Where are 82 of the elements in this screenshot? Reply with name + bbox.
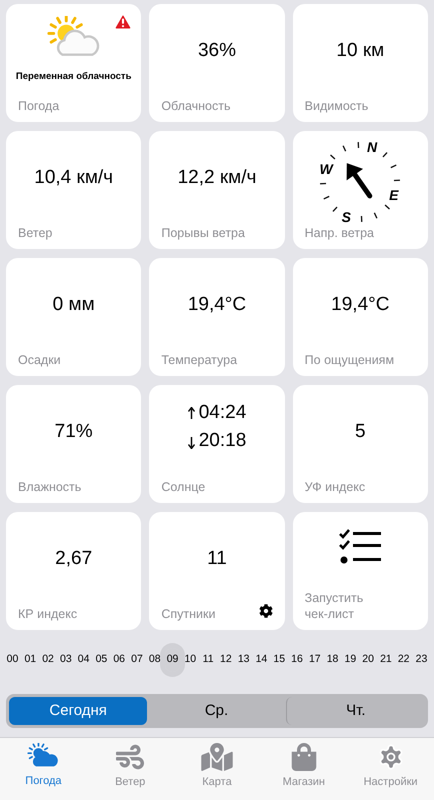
hour-button[interactable]: 13: [236, 648, 252, 672]
tile-label: Влажность: [18, 479, 82, 495]
tile-value: 19,4°C: [331, 292, 390, 317]
hour-button[interactable]: 12: [218, 648, 234, 672]
hour-button[interactable]: 16: [290, 648, 304, 672]
wind-icon: [114, 743, 146, 771]
hour-button[interactable]: 15: [272, 648, 287, 672]
tile-value: 0 мм: [52, 292, 95, 317]
tile-card[interactable]: 10,4 км/ч Ветер: [6, 131, 142, 249]
day-tab[interactable]: Чт.: [286, 697, 425, 725]
hour-button[interactable]: 23: [414, 648, 429, 672]
tile-card[interactable]: N E S W Напр. ветра: [292, 131, 428, 249]
hour-button[interactable]: 20: [360, 648, 376, 672]
compass-point: N: [366, 140, 378, 154]
sunrise-time: 04:24: [198, 401, 246, 425]
sunset-time: 20:18: [198, 429, 246, 453]
hour-button[interactable]: 18: [325, 648, 340, 672]
tile-label: Погода: [18, 98, 60, 114]
tile-card[interactable]: 19,4°C По ощущениям: [292, 258, 428, 376]
tile-label: Температура: [161, 352, 238, 368]
weather-caption: Переменная облачность: [16, 70, 132, 84]
hour-button[interactable]: 11: [200, 648, 216, 672]
tile-value: 5: [355, 420, 366, 444]
tile-label: Ветер: [18, 225, 52, 241]
sunset-arrow-icon: [188, 437, 195, 449]
tile-value: 36%: [198, 38, 236, 63]
tile-label: Облачность: [161, 98, 230, 114]
compass-point: E: [389, 188, 398, 202]
needle-arrow-icon: [346, 163, 373, 198]
tile-card[interactable]: 19,4°C Температура: [149, 258, 285, 376]
checklist-icon: [338, 528, 382, 566]
hour-button[interactable]: 01: [22, 648, 38, 672]
tile-label: Солнце: [161, 479, 206, 495]
hour-button[interactable]: 04: [76, 648, 92, 672]
hour-button[interactable]: 21: [378, 648, 394, 672]
tile-card[interactable]: 04:24 20:18 Солнце: [149, 385, 285, 503]
nav-tab[interactable]: Погода: [0, 738, 87, 800]
hour-button[interactable]: 07: [129, 648, 144, 672]
tile-card[interactable]: Переменная облачность Погода: [6, 4, 142, 122]
tile-label: Осадки: [18, 352, 61, 368]
hour-button[interactable]: 10: [182, 648, 198, 672]
tile-card[interactable]: 36% Облачность: [149, 4, 285, 122]
tile-value: 71%: [54, 420, 93, 444]
tile-label: Порывы ветра: [161, 225, 245, 241]
day-tab[interactable]: Сегодня: [9, 697, 148, 725]
hour-button[interactable]: 14: [254, 648, 269, 672]
tile-card[interactable]: 0 мм Осадки: [6, 258, 142, 376]
tile-label: Спутники: [161, 606, 216, 622]
tile-card[interactable]: 5 УФ индекс: [292, 385, 428, 503]
tile-label: Напр. ветра: [304, 225, 374, 241]
compass-point: W: [320, 162, 333, 176]
day-tab[interactable]: Ср.: [147, 697, 286, 725]
hour-button[interactable]: 05: [94, 648, 109, 672]
tile-label: УФ индекс: [304, 479, 366, 495]
sunrise-arrow-icon: [188, 407, 195, 419]
tile-card[interactable]: 71% Влажность: [6, 385, 142, 503]
hour-button[interactable]: 19: [342, 648, 358, 672]
tile-value: 10,4 км/ч: [34, 166, 114, 190]
tile-card[interactable]: 12,2 км/ч Порывы ветра: [149, 131, 285, 249]
tile-card[interactable]: 10 км Видимость: [292, 4, 428, 122]
hour-button[interactable]: 00: [5, 648, 20, 672]
tile-value: 11: [207, 546, 227, 571]
tile-card[interactable]: 11 Спутники: [149, 512, 285, 630]
tile-value: 10 км: [336, 38, 384, 63]
compass-point: S: [342, 210, 351, 224]
map-icon: [200, 743, 233, 771]
tile-value: 12,2 км/ч: [178, 166, 256, 190]
tile-label: По ощущениям: [304, 352, 394, 368]
tile-label: Запустить чек-лист: [304, 590, 364, 622]
hour-button[interactable]: 03: [58, 648, 74, 672]
hour-button[interactable]: 08: [147, 648, 162, 672]
hour-button[interactable]: 09: [165, 648, 180, 672]
hour-button[interactable]: 02: [40, 648, 56, 672]
tile-value: 2,67: [55, 546, 92, 571]
tile-label: Видимость: [304, 98, 368, 114]
tile-value: 19,4°C: [188, 292, 246, 317]
hour-button[interactable]: 22: [396, 648, 412, 672]
hour-button[interactable]: 17: [307, 648, 322, 672]
tile-label: КР индекс: [18, 606, 78, 622]
hour-button[interactable]: 06: [112, 648, 127, 672]
tile-card[interactable]: 2,67 КР индекс: [6, 512, 142, 630]
settings-icon[interactable]: [258, 604, 273, 618]
